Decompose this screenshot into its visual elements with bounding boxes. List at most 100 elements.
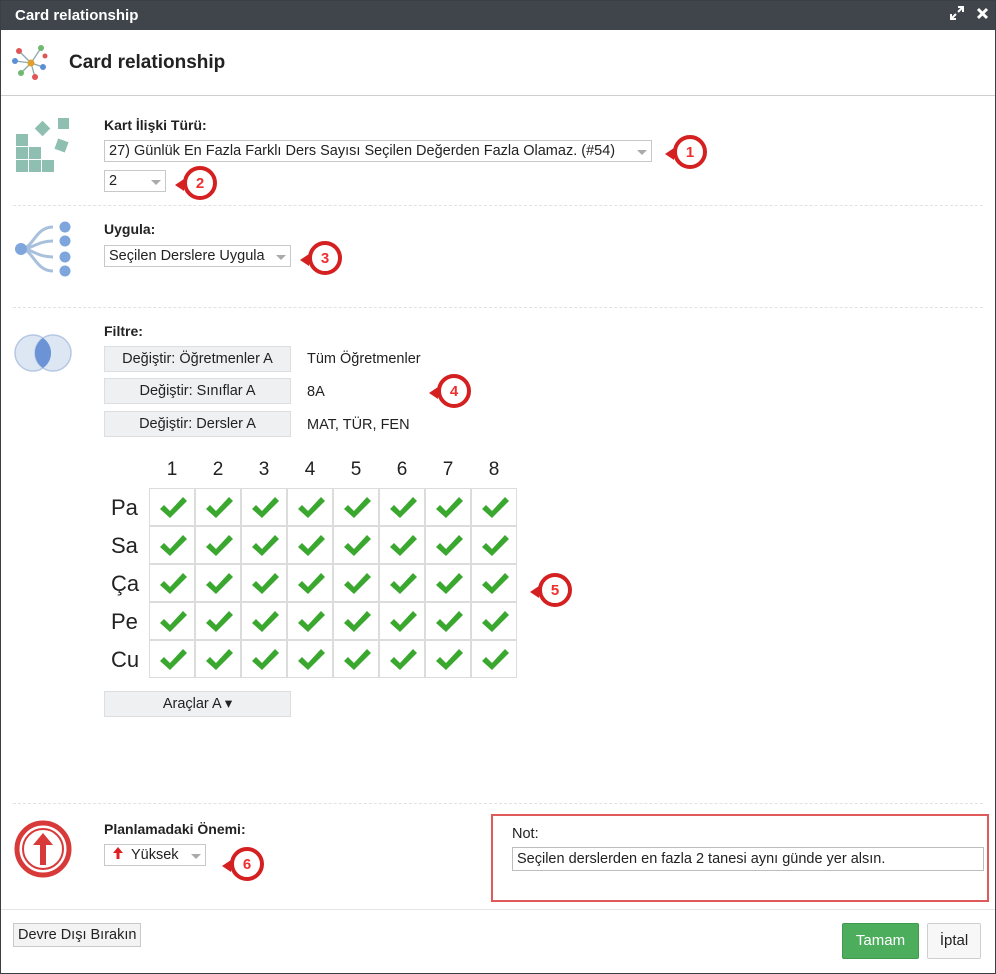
- grid-cell[interactable]: [425, 526, 471, 564]
- grid-cell[interactable]: [149, 640, 195, 678]
- checkmark-icon: [252, 611, 279, 632]
- card-relationship-dialog: Card relationship Card relationship Kart…: [0, 0, 996, 974]
- checkmark-icon: [298, 535, 325, 556]
- grid-column-header[interactable]: 2: [195, 459, 241, 481]
- grid-cell[interactable]: [149, 564, 195, 602]
- classes-filter-value: 8A: [307, 384, 325, 400]
- checkmark-icon: [206, 497, 233, 518]
- arrow-up-circle-icon: [13, 819, 73, 884]
- grid-cell[interactable]: [379, 526, 425, 564]
- note-input[interactable]: [512, 847, 984, 871]
- grid-row-header[interactable]: Sa: [111, 533, 138, 559]
- checkmark-icon: [390, 535, 417, 556]
- grid-cell[interactable]: [425, 640, 471, 678]
- grid-cell[interactable]: [471, 564, 517, 602]
- disable-button[interactable]: Devre Dışı Bırakın: [13, 923, 142, 947]
- grid-cell[interactable]: [379, 488, 425, 526]
- change-classes-button[interactable]: Değiştir: Sınıflar A: [104, 378, 291, 404]
- grid-cell[interactable]: [195, 488, 241, 526]
- grid-cell[interactable]: [471, 602, 517, 640]
- close-icon[interactable]: [976, 5, 989, 25]
- window-title: Card relationship: [15, 7, 139, 24]
- grid-cell[interactable]: [333, 640, 379, 678]
- maximize-icon[interactable]: [950, 5, 964, 25]
- grid-cell[interactable]: [425, 488, 471, 526]
- checkmark-icon: [298, 611, 325, 632]
- teachers-filter-value: Tüm Öğretmenler: [307, 351, 421, 367]
- annotation-badge-1: 1: [665, 135, 707, 169]
- grid-cell[interactable]: [241, 488, 287, 526]
- grid-cell[interactable]: [333, 488, 379, 526]
- network-graph-icon: [11, 43, 51, 88]
- grid-cell[interactable]: [149, 602, 195, 640]
- grid-cell[interactable]: [287, 488, 333, 526]
- grid-column-header[interactable]: 6: [379, 459, 425, 481]
- change-teachers-button[interactable]: Değiştir: Öğretmenler A: [104, 346, 291, 372]
- filter-label: Filtre:: [104, 323, 143, 339]
- grid-column-header[interactable]: 4: [287, 459, 333, 481]
- checkmark-icon: [344, 649, 371, 670]
- checkmark-icon: [436, 573, 463, 594]
- grid-cell[interactable]: [379, 564, 425, 602]
- grid-cell[interactable]: [425, 564, 471, 602]
- grid-cell[interactable]: [333, 564, 379, 602]
- grid-cell[interactable]: [333, 526, 379, 564]
- grid-column-header[interactable]: 3: [241, 459, 287, 481]
- chevron-down-icon: [276, 255, 286, 260]
- grid-cell[interactable]: [287, 526, 333, 564]
- grid-row-header[interactable]: Cu: [111, 647, 139, 673]
- annotation-badge-5: 5: [530, 573, 572, 607]
- grid-cell[interactable]: [195, 640, 241, 678]
- checkmark-icon: [206, 611, 233, 632]
- grid-cell[interactable]: [195, 602, 241, 640]
- grid-cell[interactable]: [287, 564, 333, 602]
- checkmark-icon: [436, 611, 463, 632]
- note-panel: Not:: [491, 814, 989, 902]
- grid-cell[interactable]: [287, 640, 333, 678]
- checkmark-icon: [252, 535, 279, 556]
- grid-cell[interactable]: [471, 526, 517, 564]
- annotation-badge-6: 6: [222, 847, 264, 881]
- grid-cell[interactable]: [241, 602, 287, 640]
- grid-cell[interactable]: [241, 564, 287, 602]
- grid-cell[interactable]: [471, 640, 517, 678]
- grid-cell[interactable]: [195, 564, 241, 602]
- grid-cell[interactable]: [287, 602, 333, 640]
- grid-cell[interactable]: [333, 602, 379, 640]
- checkmark-icon: [206, 649, 233, 670]
- relation-type-select[interactable]: 27) Günlük En Fazla Farklı Ders Sayısı S…: [104, 140, 652, 162]
- grid-column-header[interactable]: 7: [425, 459, 471, 481]
- cancel-button[interactable]: İptal: [927, 923, 981, 959]
- grid-cell[interactable]: [149, 488, 195, 526]
- relation-value-select[interactable]: 2: [104, 170, 166, 192]
- checkmark-icon: [344, 611, 371, 632]
- tools-button[interactable]: Araçlar A ▾: [104, 691, 291, 717]
- grid-cell[interactable]: [241, 640, 287, 678]
- checkmark-icon: [390, 497, 417, 518]
- grid-column-header[interactable]: 8: [471, 459, 517, 481]
- grid-cell[interactable]: [379, 640, 425, 678]
- annotation-badge-4: 4: [429, 374, 471, 408]
- relation-type-label: Kart İlişki Türü:: [104, 117, 207, 133]
- grid-cell[interactable]: [195, 526, 241, 564]
- dialog-title: Card relationship: [69, 52, 226, 73]
- change-subjects-button[interactable]: Değiştir: Dersler A: [104, 411, 291, 437]
- note-label: Not:: [512, 826, 539, 842]
- section-divider: [13, 205, 983, 206]
- checkmark-icon: [390, 649, 417, 670]
- checkmark-icon: [482, 611, 509, 632]
- grid-cell[interactable]: [471, 488, 517, 526]
- grid-column-header[interactable]: 5: [333, 459, 379, 481]
- importance-select[interactable]: Yüksek: [104, 844, 206, 866]
- grid-cell[interactable]: [149, 526, 195, 564]
- grid-cell[interactable]: [379, 602, 425, 640]
- grid-column-header[interactable]: 1: [149, 459, 195, 481]
- grid-cell[interactable]: [425, 602, 471, 640]
- apply-select[interactable]: Seçilen Derslere Uygula: [104, 245, 291, 267]
- grid-cell[interactable]: [241, 526, 287, 564]
- grid-row-header[interactable]: Pe: [111, 609, 138, 635]
- blocks-icon: [15, 116, 73, 179]
- grid-row-header[interactable]: Pa: [111, 495, 138, 521]
- grid-row-header[interactable]: Ça: [111, 571, 139, 597]
- ok-button[interactable]: Tamam: [842, 923, 919, 959]
